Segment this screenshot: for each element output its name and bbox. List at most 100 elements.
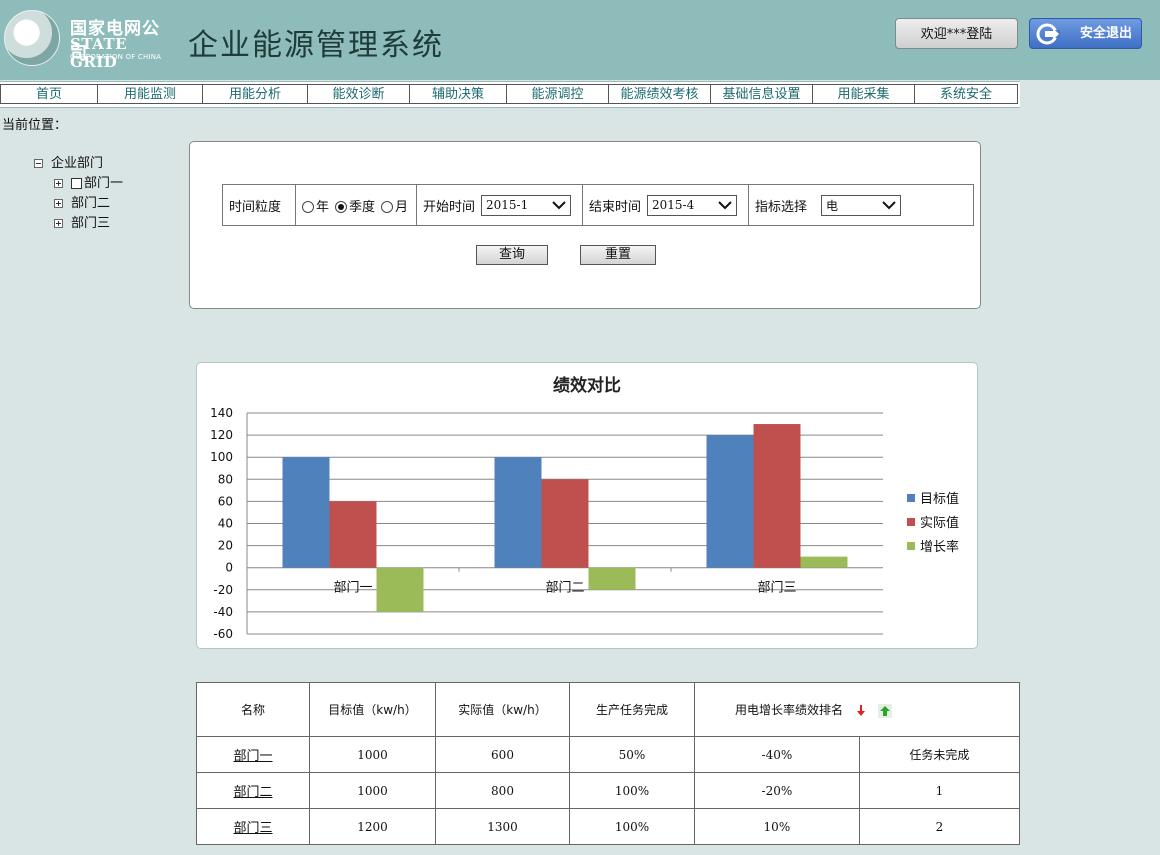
nav-item-collection[interactable]: 用能采集 [813,84,915,104]
cell-growth: -20% [694,772,860,809]
logo-emblem-icon [4,10,60,66]
bar-2 [329,501,377,568]
cell-completion: 100% [569,772,695,809]
department-tree: 企业部门 部门一 部门二 部门三 [34,154,123,234]
bar-2 [753,424,801,568]
bar-3 [588,567,636,590]
chevron-down-icon [718,201,732,210]
logout-button[interactable]: 安全退出 [1029,18,1142,49]
nav-item-performance[interactable]: 能源绩效考核 [609,84,711,104]
cell-rank: 2 [858,808,1021,845]
dept-link[interactable]: 部门二 [196,772,310,809]
header-bar: 国家电网公司 STATE GRID CORPORATION OF CHINA 企… [0,0,1160,80]
query-button[interactable]: 查询 [476,245,548,265]
cell-completion: 100% [569,808,695,845]
app-title: 企业能源管理系统 [188,28,444,63]
y-tick-label: -60 [213,627,233,641]
cell-target: 1000 [309,736,436,773]
radio-quarter[interactable]: 季度 [335,196,375,215]
start-time-cell: 开始时间 2015-1 [417,185,583,225]
sort-desc-icon[interactable] [855,704,867,718]
legend-label: 实际值 [920,515,959,531]
filter-panel: 时间粒度 年 季度 月 开始时间 2015-1 结束时间 2015-4 指标选择… [189,141,981,309]
end-time-select[interactable]: 2015-4 [647,194,738,216]
tree-item-dept1[interactable]: 部门一 [34,174,123,194]
cell-completion: 50% [569,736,695,773]
expand-icon[interactable] [54,179,63,188]
legend-label: 增长率 [920,539,959,555]
sort-asc-icon[interactable] [877,703,893,718]
nav-item-analysis[interactable]: 用能分析 [203,84,308,104]
nav-item-decision[interactable]: 辅助决策 [410,84,507,104]
radio-year[interactable]: 年 [302,196,329,215]
bar-1 [282,457,330,568]
chevron-down-icon [882,201,896,210]
indicator-select[interactable]: 电 [821,194,902,216]
nav-item-monitor[interactable]: 用能监测 [98,84,203,104]
expand-icon[interactable] [54,199,63,208]
col-header-name: 名称 [196,682,310,737]
bar-1 [706,435,754,568]
nav-item-security[interactable]: 系统安全 [915,84,1018,104]
y-tick-label: -20 [213,583,233,597]
cell-actual: 600 [435,736,570,773]
tree-item-dept2[interactable]: 部门二 [34,194,123,214]
logout-icon [1036,23,1060,45]
dept-link[interactable]: 部门三 [196,808,310,845]
col-header-target: 目标值（kw/h） [309,682,436,737]
indicator-label: 指标选择 [755,199,808,215]
x-category-label: 部门三 [757,581,796,596]
main-nav: 首页 用能监测 用能分析 能效诊断 辅助决策 能源调控 能源绩效考核 基础信息设… [0,81,1020,108]
expand-icon[interactable] [54,219,63,228]
chevron-down-icon [552,201,566,210]
tree-item-label: 部门一 [84,176,124,191]
y-tick-label: 20 [218,539,233,553]
y-tick-label: 140 [210,406,233,420]
tree-item-label: 部门三 [71,216,111,231]
nav-item-diagnosis[interactable]: 能效诊断 [308,84,410,104]
collapse-icon[interactable] [34,159,43,168]
chart-title: 绩效对比 [553,375,621,396]
performance-table: 名称 目标值（kw/h） 实际值（kw/h） 生产任务完成 用电增长率绩效排名 … [196,682,1021,845]
cell-target: 1000 [309,772,436,809]
granularity-label: 时间粒度 [223,185,296,225]
nav-item-home[interactable]: 首页 [0,84,98,104]
nav-item-control[interactable]: 能源调控 [507,84,609,104]
state-grid-logo: 国家电网公司 STATE GRID CORPORATION OF CHINA [2,8,172,71]
dept-link[interactable]: 部门一 [196,736,310,773]
cell-target: 1200 [309,808,436,845]
bar-1 [494,457,542,568]
col-header-rank: 绩效排名 [795,703,844,717]
dept1-checkbox[interactable] [71,178,82,189]
tree-root-label: 企业部门 [51,156,104,171]
cell-actual: 800 [435,772,570,809]
legend-swatch [907,542,915,550]
logo-sub-text: CORPORATION OF CHINA [70,53,162,61]
cell-growth: 10% [694,808,860,845]
start-time-select[interactable]: 2015-1 [481,194,572,216]
col-header-growth: 用电增长率 [735,703,796,717]
col-header-growth-rank: 用电增长率绩效排名 [694,682,1020,737]
welcome-button[interactable]: 欢迎***登陆 [895,18,1018,49]
performance-chart: 绩效对比 140 120 100 80 60 40 20 0 -20 -40 -60 部门一 部门二 部门三… [196,362,978,649]
bar-2 [541,479,589,568]
tree-item-dept3[interactable]: 部门三 [34,214,123,234]
tree-root[interactable]: 企业部门 [34,154,123,174]
y-tick-label: 0 [225,561,233,575]
y-tick-label: -40 [213,605,233,619]
tree-item-label: 部门二 [71,196,111,211]
indicator-cell: 指标选择 电 [749,185,973,225]
bar-3 [800,556,848,568]
y-tick-label: 120 [210,428,233,442]
chart-canvas: 绩效对比 140 120 100 80 60 40 20 0 -20 -40 -60 部门一 部门二 部门三… [210,375,959,641]
table-header-row: 名称 目标值（kw/h） 实际值（kw/h） 生产任务完成 用电增长率绩效排名 [196,682,1020,737]
nav-item-basic-settings[interactable]: 基础信息设置 [711,84,813,104]
filter-row: 时间粒度 年 季度 月 开始时间 2015-1 结束时间 2015-4 指标选择… [222,184,974,226]
reset-button[interactable]: 重置 [580,245,656,265]
breadcrumb: 当前位置： [2,118,68,133]
cell-actual: 1300 [435,808,570,845]
radio-month[interactable]: 月 [381,196,408,215]
cell-growth: -40% [694,736,860,773]
x-category-label: 部门一 [333,581,372,596]
y-tick-label: 80 [218,472,233,486]
